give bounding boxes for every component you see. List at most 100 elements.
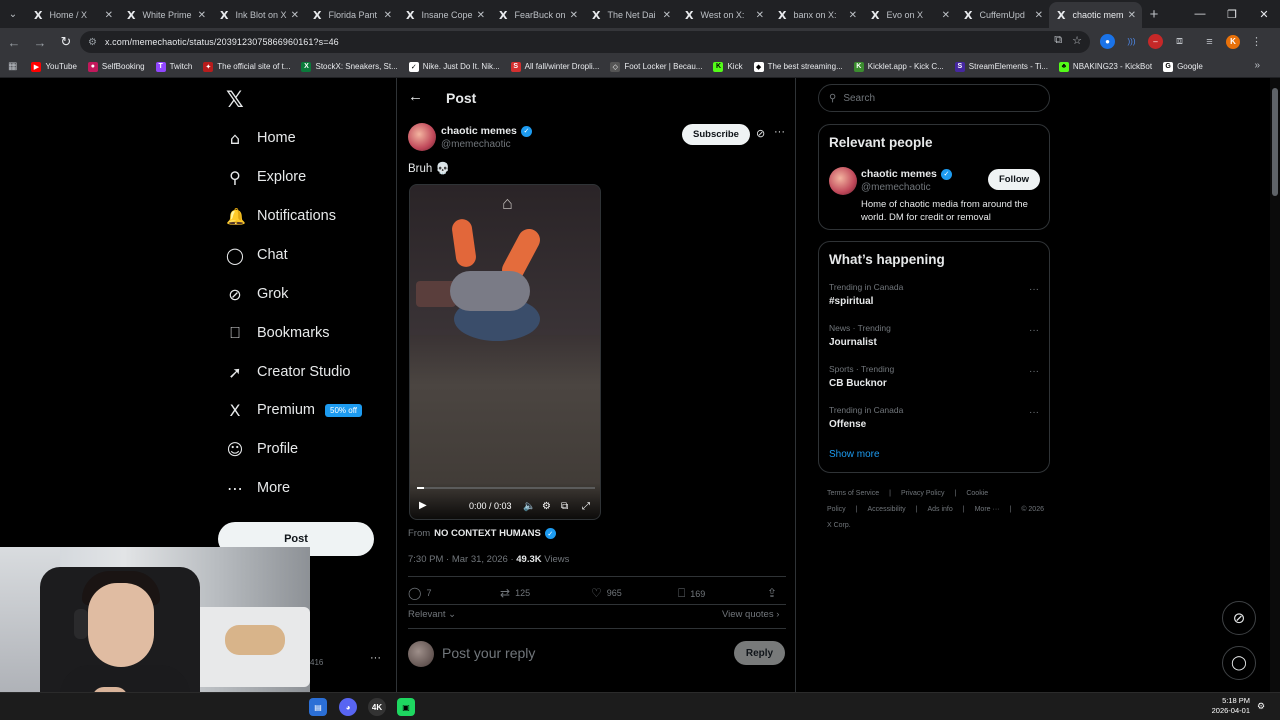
media-controls-icon[interactable]: ≡: [1202, 34, 1217, 49]
search-bar[interactable]: ⚲: [818, 84, 1050, 112]
footer-link[interactable]: More ···: [975, 506, 1000, 513]
search-input[interactable]: [843, 92, 1024, 104]
apps-grid-icon[interactable]: ▦: [8, 61, 17, 72]
browser-tab[interactable]: X Insane Cope ✕: [398, 2, 491, 28]
browser-tab[interactable]: X White Prime ✕: [119, 2, 212, 28]
share-action[interactable]: ⇪: [767, 586, 782, 600]
bookmark-item[interactable]: K Kick: [713, 61, 743, 72]
extension-icon[interactable]: ))): [1124, 34, 1139, 49]
show-more-link[interactable]: Show more: [829, 449, 880, 460]
play-icon[interactable]: ▶: [419, 500, 427, 511]
nav-item-chat[interactable]: ◯ Chat: [226, 240, 288, 270]
tab-close-icon[interactable]: ✕: [663, 10, 671, 21]
browser-tab[interactable]: X West on X: ✕: [677, 2, 770, 28]
trend-item[interactable]: Sports · Trending CB Bucknor ···: [829, 364, 1041, 389]
bookmark-item[interactable]: S StreamElements - Ti...: [954, 61, 1048, 72]
bookmark-item[interactable]: ● SelfBooking: [87, 61, 145, 72]
trend-item[interactable]: Trending in Canada Offense ···: [829, 405, 1041, 430]
bookmark-item[interactable]: ✦ The official site of t...: [203, 61, 290, 72]
trend-item[interactable]: Trending in Canada #spiritual ···: [829, 282, 1041, 307]
new-tab-button[interactable]: +: [1142, 6, 1166, 23]
maximize-icon[interactable]: ❐: [1216, 0, 1248, 28]
bookmark-star-icon[interactable]: ☆: [1072, 34, 1082, 47]
trend-item[interactable]: News · Trending Journalist ···: [829, 323, 1041, 348]
bookmark-item[interactable]: T Twitch: [155, 61, 192, 72]
nav-item-creator-studio[interactable]: ➚ Creator Studio: [226, 357, 350, 387]
bookmark-item[interactable]: ▶ YouTube: [31, 61, 77, 72]
bookmarks-overflow-icon[interactable]: »: [1254, 60, 1260, 71]
reload-icon[interactable]: ↻: [54, 30, 78, 54]
reply-action[interactable]: ◯ 7: [408, 586, 431, 600]
view-quotes-link[interactable]: View quotes ›: [722, 609, 779, 620]
video-player[interactable]: ⌂ ▶ 0:00 / 0:03 🔈 ⚙ ⧉ ⤢: [409, 184, 601, 520]
browser-tab[interactable]: X Home / X ✕: [26, 2, 119, 28]
volume-icon[interactable]: 🔈: [523, 501, 535, 512]
nav-item-profile[interactable]: ☺ Profile: [226, 434, 298, 464]
reply-button[interactable]: Reply: [734, 641, 785, 665]
person-handle[interactable]: @memechaotic: [861, 182, 931, 193]
post-more-icon[interactable]: ···: [774, 126, 785, 138]
browser-tab[interactable]: Xchaotic mem ✕: [1049, 2, 1142, 28]
browser-tab[interactable]: X Ink Blot on X ✕: [212, 2, 305, 28]
tab-close-icon[interactable]: ✕: [198, 10, 206, 21]
nav-item-home[interactable]: ⌂ Home: [226, 123, 296, 153]
bookmark-action[interactable]: ⎕ 169: [678, 586, 705, 601]
bookmark-item[interactable]: ♣ NBAKING23 - KickBot: [1058, 61, 1152, 72]
settings-icon[interactable]: ⚙: [542, 501, 551, 512]
discord-icon[interactable]: ◕: [339, 698, 357, 716]
post-timestamp[interactable]: 7:30 PM · Mar 31, 2026 ·: [408, 554, 516, 565]
person-avatar[interactable]: [829, 167, 857, 195]
nav-item-explore[interactable]: ⚲ Explore: [226, 162, 306, 192]
source-account-link[interactable]: NO CONTEXT HUMANS: [434, 528, 541, 539]
grok-fab-icon[interactable]: ⊘: [1222, 601, 1256, 635]
trend-more-icon[interactable]: ···: [1029, 284, 1039, 295]
page-scrollbar[interactable]: [1270, 78, 1280, 692]
current-user-avatar[interactable]: [408, 641, 434, 667]
bookmark-item[interactable]: K Kicklet.app - Kick C...: [853, 61, 944, 72]
tab-close-icon[interactable]: ✕: [1128, 10, 1136, 21]
profile-avatar[interactable]: K: [1226, 34, 1240, 49]
grok-explain-icon[interactable]: ⊘: [756, 127, 765, 140]
tab-close-icon[interactable]: ✕: [849, 10, 857, 21]
tab-close-icon[interactable]: ✕: [291, 10, 299, 21]
reply-input[interactable]: Post your reply: [442, 645, 535, 661]
tab-close-icon[interactable]: ✕: [942, 10, 950, 21]
bookmark-item[interactable]: ✓ Nike. Just Do It. Nik...: [408, 61, 500, 72]
tab-close-icon[interactable]: ✕: [384, 10, 392, 21]
puzzle-icon[interactable]: ⧈: [1172, 34, 1187, 49]
follow-button[interactable]: Follow: [988, 169, 1040, 190]
browser-tab[interactable]: X Evo on X ✕: [863, 2, 956, 28]
like-action[interactable]: ♡ 965: [591, 586, 622, 600]
footer-link[interactable]: Privacy Policy: [901, 490, 945, 497]
back-arrow-icon[interactable]: ←: [408, 88, 423, 105]
x-logo-icon[interactable]: 𝕏: [226, 88, 244, 113]
browser-tab[interactable]: X The Net Dai ✕: [584, 2, 677, 28]
repost-action[interactable]: ⇄ 125: [500, 586, 530, 600]
subscribe-button[interactable]: Subscribe: [682, 124, 750, 145]
taskbar-app-icon[interactable]: 4K: [368, 698, 386, 716]
extension-icon[interactable]: ●: [1100, 34, 1115, 49]
pip-icon[interactable]: ⧉: [561, 501, 568, 512]
fullscreen-icon[interactable]: ⤢: [582, 501, 590, 512]
scrollbar-thumb[interactable]: [1272, 88, 1278, 196]
close-window-icon[interactable]: ✕: [1248, 0, 1280, 28]
video-progress-bar[interactable]: [417, 487, 595, 489]
install-app-icon[interactable]: ⧉: [1054, 34, 1062, 47]
tab-close-icon[interactable]: ✕: [756, 10, 764, 21]
nav-item-premium[interactable]: X Premium 50% off: [226, 395, 362, 425]
tab-close-icon[interactable]: ✕: [1035, 10, 1043, 21]
browser-tab[interactable]: X FearBuck on ✕: [491, 2, 584, 28]
nav-item-bookmarks[interactable]: ⎕ Bookmarks: [226, 318, 329, 348]
tab-close-icon[interactable]: ✕: [570, 10, 578, 21]
author-handle[interactable]: @memechaotic: [441, 139, 511, 150]
browser-tab[interactable]: Xbanx on X: ✕: [770, 2, 863, 28]
person-name-text[interactable]: chaotic memes: [861, 168, 937, 180]
trend-more-icon[interactable]: ···: [1029, 325, 1039, 336]
tab-search-icon[interactable]: ⌄: [0, 0, 26, 28]
footer-link[interactable]: Ads info: [927, 506, 952, 513]
bookmark-item[interactable]: ◇ Foot Locker | Becau...: [610, 61, 702, 72]
notification-icon[interactable]: ⚙: [1257, 701, 1265, 712]
extension-icon[interactable]: –: [1148, 34, 1163, 49]
bookmark-item[interactable]: X StockX: Sneakers, St...: [301, 61, 398, 72]
author-name[interactable]: chaotic memes ✓: [441, 125, 532, 137]
